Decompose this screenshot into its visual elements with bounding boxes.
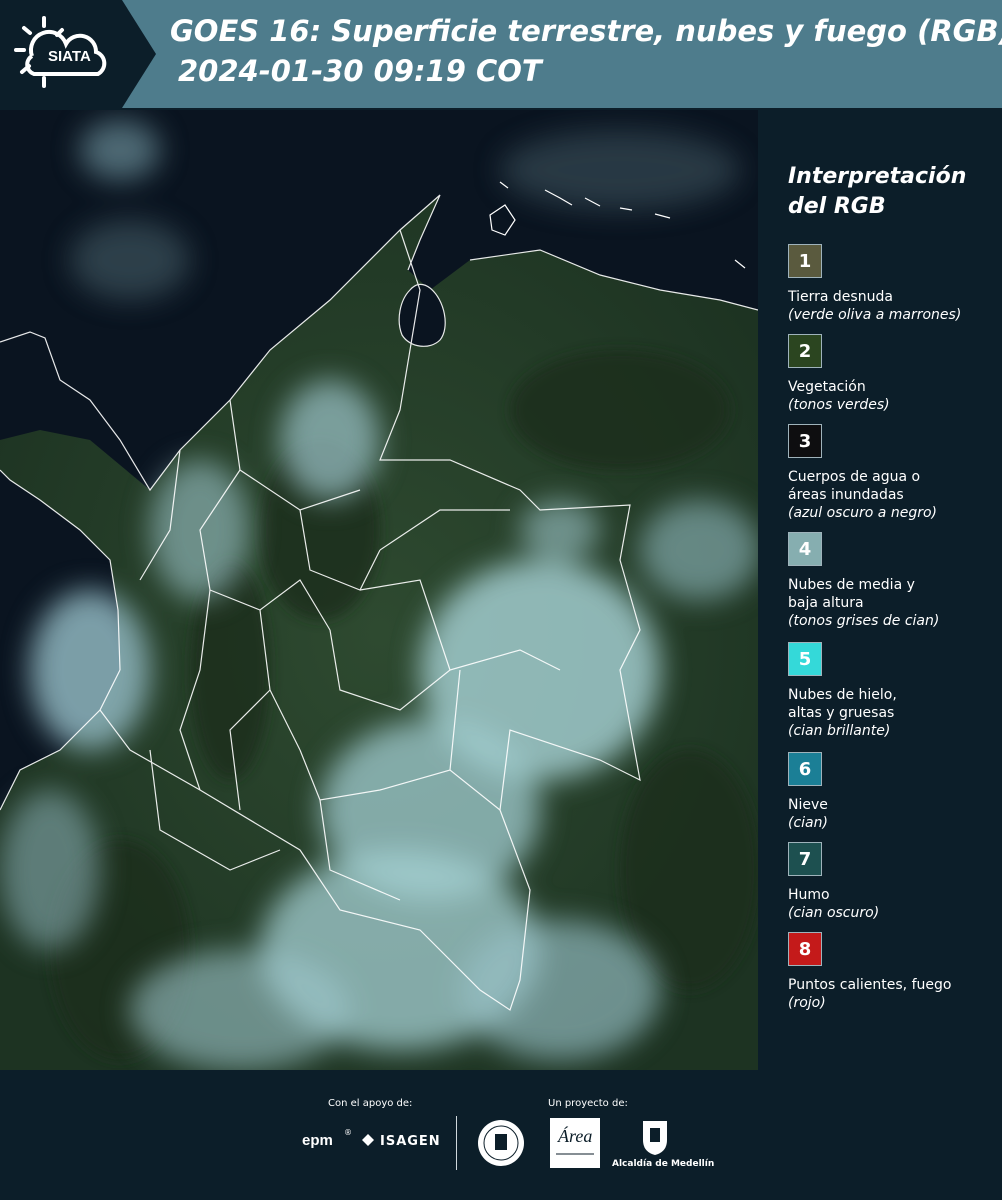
- legend-swatch-1: 1: [788, 244, 822, 278]
- satellite-rgb-map: [0, 110, 758, 1070]
- legend-swatch-8: 8: [788, 932, 822, 966]
- medellin-seal-icon: [476, 1118, 526, 1168]
- legend-panel: Interpretación del RGB 1 Tierra desnuda …: [760, 110, 1002, 1070]
- header-bar: SIATA GOES 16: Superficie terrestre, nub…: [0, 0, 1002, 108]
- legend-desc-7: (cian oscuro): [788, 905, 880, 921]
- legend-name-3: Cuerpos de agua o áreas inundadas: [788, 469, 921, 503]
- timestamp: 2024-01-30 09:19 COT: [178, 54, 542, 88]
- siata-logo: SIATA: [0, 0, 156, 108]
- legend-desc-6: (cian): [788, 815, 828, 831]
- legend-name-6: Nieve: [788, 797, 828, 813]
- epm-logo: epm: [302, 1132, 333, 1149]
- legend-desc-2: (tonos verdes): [788, 397, 890, 413]
- area-metropolitana-logo: Área: [550, 1118, 600, 1168]
- legend-item-1: 1 Tierra desnuda (verde oliva a marrones…: [788, 244, 998, 324]
- legend-swatch-4: 4: [788, 532, 822, 566]
- legend-name-5: Nubes de hielo, altas y gruesas: [788, 687, 897, 721]
- legend-name-1: Tierra desnuda: [788, 289, 893, 305]
- alcaldia-coat-of-arms-icon: [640, 1118, 670, 1156]
- siata-logo-text: SIATA: [48, 48, 91, 65]
- legend-item-6: 6 Nieve (cian): [788, 752, 998, 832]
- isagen-logo: ISAGEN: [380, 1134, 441, 1149]
- legend-swatch-7: 7: [788, 842, 822, 876]
- legend-item-5: 5 Nubes de hielo, altas y gruesas (cian …: [788, 642, 998, 740]
- legend-desc-8: (rojo): [788, 995, 826, 1011]
- legend-item-7: 7 Humo (cian oscuro): [788, 842, 998, 922]
- legend-desc-3: (azul oscuro a negro): [788, 505, 937, 521]
- page-title: GOES 16: Superficie terrestre, nubes y f…: [170, 14, 1002, 48]
- footer: Con el apoyo de: Un proyecto de: epm ® I…: [0, 1070, 1002, 1200]
- legend-item-2: 2 Vegetación (tonos verdes): [788, 334, 998, 414]
- legend-desc-5: (cian brillante): [788, 723, 891, 739]
- epm-registered-mark: ®: [344, 1128, 352, 1137]
- legend-name-7: Humo: [788, 887, 830, 903]
- legend-swatch-6: 6: [788, 752, 822, 786]
- legend-name-2: Vegetación: [788, 379, 866, 395]
- legend-swatch-5: 5: [788, 642, 822, 676]
- legend-swatch-2: 2: [788, 334, 822, 368]
- support-label: Con el apoyo de:: [328, 1098, 413, 1109]
- legend-item-3: 3 Cuerpos de agua o áreas inundadas (azu…: [788, 424, 998, 522]
- legend-name-8: Puntos calientes, fuego: [788, 977, 952, 993]
- legend-name-4: Nubes de media y baja altura: [788, 577, 915, 611]
- legend-swatch-3: 3: [788, 424, 822, 458]
- legend-item-8: 8 Puntos calientes, fuego (rojo): [788, 932, 998, 1012]
- legend-desc-4: (tonos grises de cian): [788, 613, 940, 629]
- svg-text:Área: Área: [557, 1125, 592, 1146]
- legend-title: Interpretación del RGB: [788, 164, 967, 219]
- project-label: Un proyecto de:: [548, 1098, 628, 1109]
- isagen-icon: [360, 1132, 376, 1148]
- legend-item-4: 4 Nubes de media y baja altura (tonos gr…: [788, 532, 998, 630]
- alcaldia-logo-text: Alcaldía de Medellín: [612, 1159, 715, 1169]
- legend-desc-1: (verde oliva a marrones): [788, 307, 962, 323]
- footer-divider: [456, 1116, 457, 1170]
